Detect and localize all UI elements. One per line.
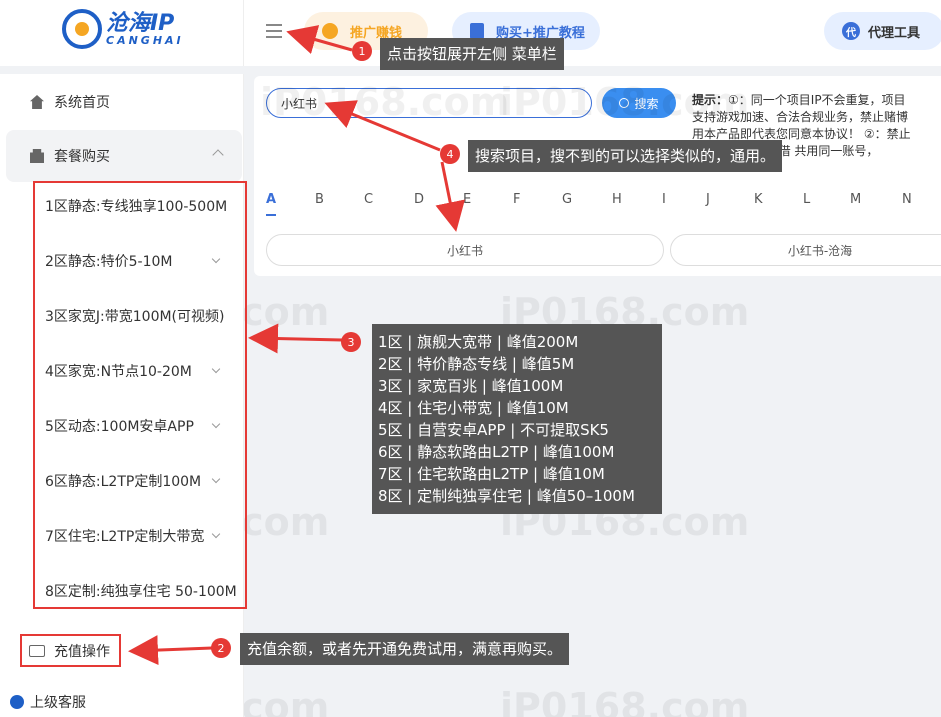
letter-tab[interactable]: H bbox=[612, 192, 622, 207]
divider bbox=[0, 66, 244, 74]
home-icon bbox=[30, 95, 44, 109]
package-label: 8区定制:纯独享住宅 50-100M bbox=[45, 584, 237, 600]
zone-line: 2区 | 特价静态专线 | 峰值5M bbox=[378, 355, 575, 373]
letter-tab[interactable]: N bbox=[902, 192, 912, 207]
letter-tab[interactable]: G bbox=[562, 192, 572, 207]
search-button-label: 搜索 bbox=[634, 96, 659, 111]
sidebar-item-package[interactable]: 套餐购买 bbox=[6, 130, 242, 182]
tip-line-1: ①：同一个项目IP不会重复，项目 bbox=[728, 93, 906, 107]
top-bar: 推广赚钱 购买+推广教程 代 代理工具 bbox=[244, 0, 941, 66]
annotation-4: 搜索项目，搜不到的可以选择类似的，通用。 bbox=[468, 140, 783, 172]
annotation-badge-4: 4 bbox=[440, 144, 460, 164]
annotation-badge-1: 1 bbox=[352, 41, 372, 61]
search-icon bbox=[619, 98, 630, 108]
chevron-down-icon bbox=[211, 254, 221, 264]
sidebar-item-label: 系统首页 bbox=[54, 95, 110, 111]
letter-tab[interactable]: E bbox=[463, 192, 471, 207]
package-item[interactable]: 6区静态:L2TP定制100M bbox=[45, 466, 245, 496]
zone-line: 6区 | 静态软路由L2TP | 峰值100M bbox=[378, 443, 615, 461]
zone-line: 3区 | 家宽百兆 | 峰值100M bbox=[378, 377, 564, 395]
search-card: 小红书 搜索 提示：①：同一个项目IP不会重复，项目 支持游戏加速、合法合规业务… bbox=[254, 76, 941, 276]
zone-line: 4区 | 住宅小带宽 | 峰值10M bbox=[378, 399, 569, 417]
package-item[interactable]: 3区家宽J:带宽100M(可视频) bbox=[45, 301, 245, 331]
letter-tab[interactable]: K bbox=[754, 192, 763, 207]
annotation-3: 1区 | 旗舰大宽带 | 峰值200M 2区 | 特价静态专线 | 峰值5M 3… bbox=[372, 324, 662, 514]
tip-label: 提示： bbox=[692, 93, 729, 107]
package-item[interactable]: 7区住宅:L2TP定制大带宽 bbox=[45, 521, 245, 551]
agent-icon: 代 bbox=[842, 22, 860, 40]
watermark: iP0168.com bbox=[500, 685, 750, 717]
package-label: 2区静态:特价5-10M bbox=[45, 254, 173, 270]
bag-icon bbox=[30, 149, 44, 163]
app-page: 推广赚钱 购买+推广教程 代 代理工具 小红书 搜索 提示：①：同一个项目IP不… bbox=[0, 0, 941, 717]
package-label: 6区静态:L2TP定制100M bbox=[45, 474, 202, 490]
tip-line-2: 支持游戏加速、合法合规业务，禁止赌博 bbox=[692, 110, 909, 124]
zone-line: 7区 | 住宅软路由L2TP | 峰值10M bbox=[378, 465, 605, 483]
document-icon bbox=[470, 23, 484, 39]
chevron-down-icon bbox=[211, 364, 221, 374]
agent-label: 代理工具 bbox=[868, 25, 921, 41]
chevron-down-icon bbox=[211, 419, 221, 429]
package-label: 7区住宅:L2TP定制大带宽 bbox=[45, 529, 205, 545]
letter-tab[interactable]: I bbox=[662, 192, 666, 207]
letter-tab[interactable]: B bbox=[315, 192, 324, 207]
letter-tab[interactable]: C bbox=[364, 192, 373, 207]
result-item[interactable]: 小红书-沧海 bbox=[670, 234, 941, 266]
sidebar-item-label: 套餐购买 bbox=[54, 149, 110, 165]
package-item[interactable]: 5区动态:100M安卓APP bbox=[45, 411, 245, 441]
annotation-2: 充值余额，或者先开通免费试用，满意再购买。 bbox=[240, 633, 570, 665]
support-label: 上级客服 bbox=[30, 695, 86, 711]
search-input[interactable]: 小红书 bbox=[266, 88, 592, 118]
zone-line: 1区 | 旗舰大宽带 | 峰值200M bbox=[378, 333, 579, 351]
package-item[interactable]: 1区静态:专线独享100-500M bbox=[45, 191, 245, 221]
package-item[interactable]: 2区静态:特价5-10M bbox=[45, 246, 245, 276]
brand-sub: CANGHAI bbox=[106, 33, 184, 47]
letter-tab[interactable]: M bbox=[850, 192, 861, 207]
letter-tab[interactable]: D bbox=[414, 192, 424, 207]
annotation-badge-3: 3 bbox=[341, 332, 361, 352]
headset-icon bbox=[10, 695, 24, 709]
letter-tab[interactable]: J bbox=[706, 192, 710, 207]
package-label: 1区静态:专线独享100-500M bbox=[45, 199, 228, 215]
chevron-down-icon bbox=[211, 529, 221, 539]
result-item[interactable]: 小红书 bbox=[266, 234, 664, 266]
zone-line: 8区 | 定制纯独享住宅 | 峰值50–100M bbox=[378, 487, 635, 505]
package-item[interactable]: 8区定制:纯独享住宅 50-100M bbox=[45, 576, 245, 606]
sidebar-item-home[interactable]: 系统首页 bbox=[0, 76, 244, 128]
support-link[interactable]: 上级客服 bbox=[0, 690, 86, 714]
zone-line: 5区 | 自营安卓APP | 不可提取SK5 bbox=[378, 421, 609, 439]
chevron-up-icon bbox=[212, 149, 224, 161]
recharge-button[interactable]: 充值操作 bbox=[20, 634, 121, 667]
annotation-badge-2: 2 bbox=[211, 638, 231, 658]
logo-icon bbox=[62, 9, 102, 49]
arrow-3 bbox=[248, 323, 343, 354]
package-item[interactable]: 4区家宽:N节点10-20M bbox=[45, 356, 245, 386]
letter-tab[interactable]: A bbox=[266, 192, 276, 207]
letter-tab[interactable]: F bbox=[513, 192, 520, 207]
recharge-label: 充值操作 bbox=[54, 643, 110, 660]
package-list-highlight: 1区静态:专线独享100-500M 2区静态:特价5-10M 3区家宽J:带宽1… bbox=[33, 181, 247, 609]
package-label: 4区家宽:N节点10-20M bbox=[45, 364, 192, 380]
annotation-1: 点击按钮展开左侧 菜单栏 bbox=[380, 38, 564, 70]
letter-tab[interactable]: L bbox=[803, 192, 810, 207]
chevron-down-icon bbox=[211, 474, 221, 484]
letter-tabs: A B C D E F G H I J K L M N bbox=[266, 192, 941, 212]
brand-name: 沧海IP bbox=[106, 10, 175, 36]
package-label: 5区动态:100M安卓APP bbox=[45, 419, 194, 435]
agent-tools-button[interactable]: 代 代理工具 bbox=[824, 12, 941, 50]
package-label: 3区家宽J:带宽100M(可视频) bbox=[45, 309, 225, 325]
menu-toggle-icon[interactable] bbox=[266, 24, 282, 38]
search-button[interactable]: 搜索 bbox=[602, 88, 676, 118]
coin-icon bbox=[322, 23, 338, 39]
active-tab-indicator bbox=[266, 214, 276, 216]
wallet-icon bbox=[29, 644, 45, 657]
brand-logo: 沧海IP CANGHAI bbox=[62, 6, 184, 52]
